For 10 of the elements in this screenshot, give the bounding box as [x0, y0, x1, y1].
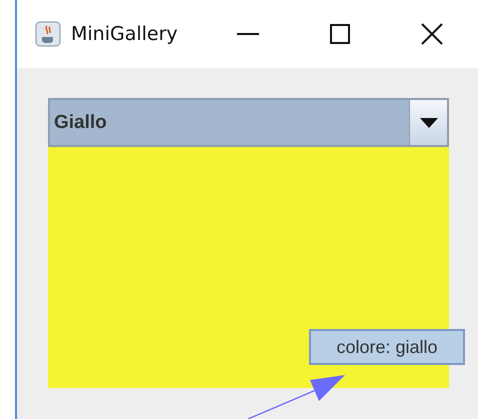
caret-icon — [420, 118, 438, 128]
color-dropdown[interactable]: Giallo — [48, 98, 449, 147]
java-cup-icon — [35, 21, 61, 47]
minimize-icon — [237, 32, 259, 36]
maximize-icon — [330, 24, 350, 44]
tooltip: colore: giallo — [309, 329, 465, 365]
close-icon — [421, 23, 443, 45]
window-title: MiniGallery — [71, 23, 178, 45]
dropdown-button[interactable] — [409, 100, 447, 145]
dropdown-value: Giallo — [53, 110, 108, 134]
